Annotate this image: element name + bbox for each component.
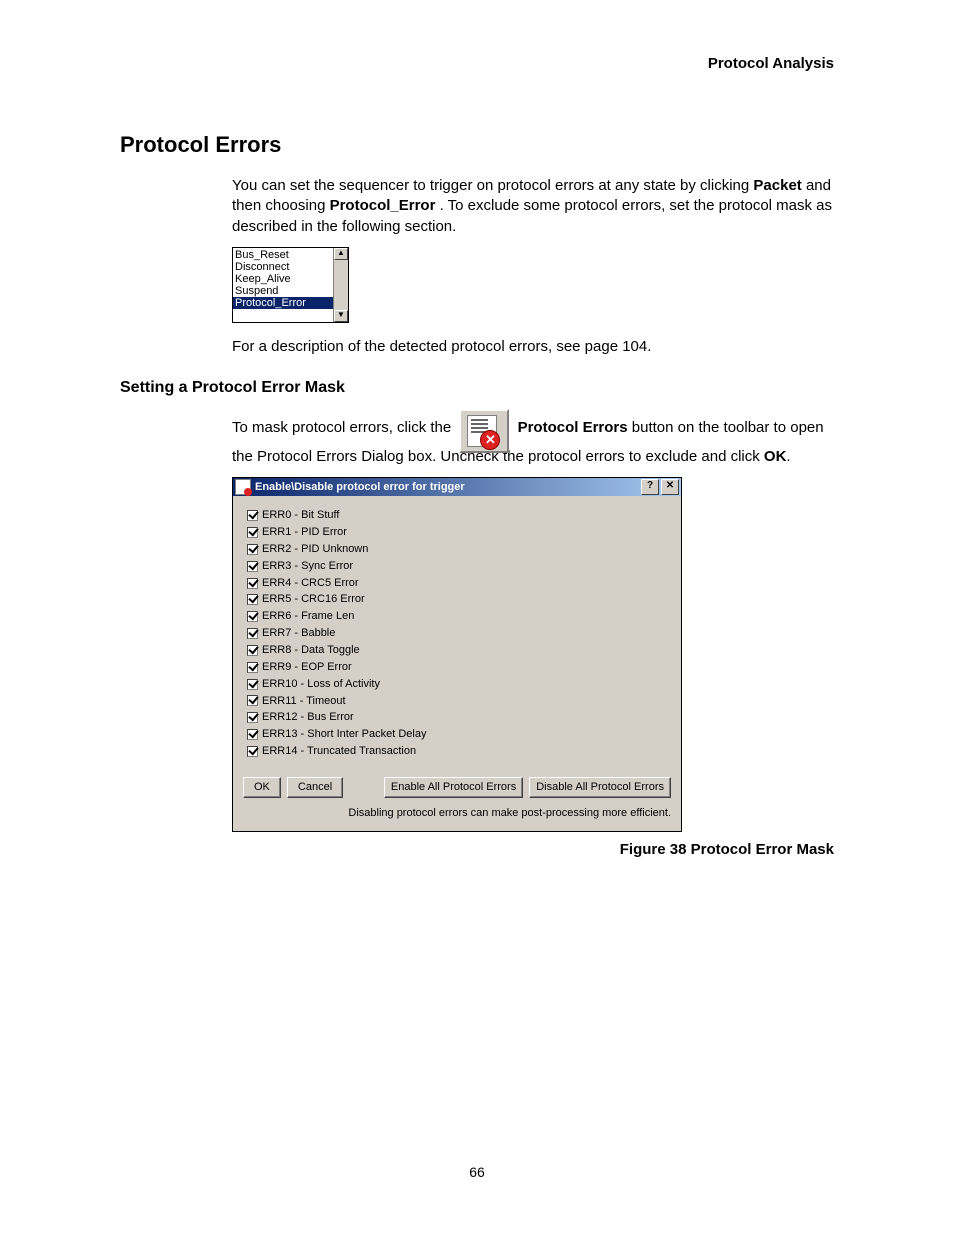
checkbox-label: ERR3 - Sync Error	[262, 559, 353, 574]
error-checkbox-row[interactable]: ERR14 - Truncated Transaction	[247, 744, 667, 759]
error-x-icon: ✕	[480, 430, 500, 450]
page: Protocol Analysis Protocol Errors You ca…	[0, 0, 954, 1235]
protocol-errors-toolbar-button[interactable]: ✕	[459, 409, 509, 453]
checkbox-icon[interactable]	[247, 695, 258, 706]
checkbox-icon[interactable]	[247, 746, 258, 757]
checkbox-label: ERR6 - Frame Len	[262, 609, 354, 624]
document-icon: ✕	[467, 415, 497, 447]
error-checkbox-row[interactable]: ERR3 - Sync Error	[247, 559, 667, 574]
disable-all-button[interactable]: Disable All Protocol Errors	[529, 777, 671, 798]
checkbox-icon[interactable]	[247, 510, 258, 521]
list-item[interactable]: Keep_Alive	[233, 273, 348, 285]
dialog-body: ERR0 - Bit Stuff ERR1 - PID Error ERR2 -…	[233, 496, 681, 767]
bold-protocol-errors: Protocol Errors	[518, 419, 628, 436]
cancel-button[interactable]: Cancel	[287, 777, 343, 798]
scrollbar[interactable]: ▲ ▼	[333, 248, 348, 322]
checkbox-label: ERR9 - EOP Error	[262, 660, 352, 675]
error-checkbox-row[interactable]: ERR6 - Frame Len	[247, 609, 667, 624]
error-checkbox-row[interactable]: ERR9 - EOP Error	[247, 660, 667, 675]
trigger-type-listbox[interactable]: Bus_Reset Disconnect Keep_Alive Suspend …	[232, 247, 349, 323]
checkbox-icon[interactable]	[247, 679, 258, 690]
checkbox-label: ERR5 - CRC16 Error	[262, 592, 365, 607]
subsection-body: To mask protocol errors, click the ✕ Pro…	[232, 409, 834, 860]
dialog-title-icon	[235, 479, 251, 495]
intro-paragraph: You can set the sequencer to trigger on …	[232, 176, 834, 237]
mask-instructions: To mask protocol errors, click the ✕ Pro…	[232, 409, 834, 467]
dialog-title: Enable\Disable protocol error for trigge…	[255, 480, 465, 495]
error-checkbox-row[interactable]: ERR11 - Timeout	[247, 694, 667, 709]
error-checkbox-row[interactable]: ERR4 - CRC5 Error	[247, 576, 667, 591]
checkbox-icon[interactable]	[247, 611, 258, 622]
checkbox-icon[interactable]	[247, 662, 258, 673]
close-button[interactable]: ✕	[661, 479, 679, 495]
list-item[interactable]: Suspend	[233, 285, 348, 297]
see-page-paragraph: For a description of the detected protoc…	[232, 337, 834, 357]
checkbox-icon[interactable]	[247, 527, 258, 538]
error-checkbox-row[interactable]: ERR13 - Short Inter Packet Delay	[247, 727, 667, 742]
error-checkbox-row[interactable]: ERR10 - Loss of Activity	[247, 677, 667, 692]
dialog-footer-text: Disabling protocol errors can make post-…	[233, 802, 681, 831]
page-header-right: Protocol Analysis	[120, 55, 834, 72]
checkbox-label: ERR11 - Timeout	[262, 694, 346, 709]
subsection-title: Setting a Protocol Error Mask	[120, 379, 834, 397]
list-item[interactable]: Disconnect	[233, 261, 348, 273]
checkbox-icon[interactable]	[247, 578, 258, 589]
bold-ok: OK	[764, 448, 787, 465]
enable-all-button[interactable]: Enable All Protocol Errors	[384, 777, 523, 798]
bold-packet: Packet	[753, 177, 801, 194]
error-checkbox-row[interactable]: ERR0 - Bit Stuff	[247, 508, 667, 523]
dialog-button-row: OK Cancel Enable All Protocol Errors Dis…	[233, 767, 681, 802]
section-title: Protocol Errors	[120, 132, 834, 158]
checkbox-icon[interactable]	[247, 544, 258, 555]
checkbox-label: ERR13 - Short Inter Packet Delay	[262, 727, 426, 742]
error-checkbox-row[interactable]: ERR12 - Bus Error	[247, 710, 667, 725]
checkbox-icon[interactable]	[247, 561, 258, 572]
text: .	[786, 448, 790, 465]
checkbox-icon[interactable]	[247, 628, 258, 639]
checkbox-label: ERR8 - Data Toggle	[262, 643, 360, 658]
error-checkbox-row[interactable]: ERR2 - PID Unknown	[247, 542, 667, 557]
scroll-down-icon[interactable]: ▼	[334, 310, 348, 322]
text: To mask protocol errors, click the	[232, 419, 455, 436]
dialog-titlebar[interactable]: Enable\Disable protocol error for trigge…	[233, 478, 681, 496]
checkbox-label: ERR10 - Loss of Activity	[262, 677, 380, 692]
listbox-items: Bus_Reset Disconnect Keep_Alive Suspend …	[233, 248, 348, 322]
error-checkbox-row[interactable]: ERR8 - Data Toggle	[247, 643, 667, 658]
error-checkbox-row[interactable]: ERR5 - CRC16 Error	[247, 592, 667, 607]
checkbox-label: ERR7 - Babble	[262, 626, 335, 641]
checkbox-label: ERR2 - PID Unknown	[262, 542, 368, 557]
section-body: You can set the sequencer to trigger on …	[232, 176, 834, 357]
list-item-selected[interactable]: Protocol_Error	[233, 297, 348, 309]
checkbox-label: ERR14 - Truncated Transaction	[262, 744, 416, 759]
checkbox-icon[interactable]	[247, 729, 258, 740]
page-number: 66	[0, 1164, 954, 1180]
checkbox-label: ERR0 - Bit Stuff	[262, 508, 339, 523]
scroll-up-icon[interactable]: ▲	[334, 248, 348, 260]
list-item[interactable]: Bus_Reset	[233, 249, 348, 261]
list-item-empty	[233, 309, 348, 321]
checkbox-label: ERR1 - PID Error	[262, 525, 347, 540]
checkbox-icon[interactable]	[247, 594, 258, 605]
checkbox-label: ERR4 - CRC5 Error	[262, 576, 359, 591]
checkbox-icon[interactable]	[247, 645, 258, 656]
error-checkbox-row[interactable]: ERR1 - PID Error	[247, 525, 667, 540]
checkbox-icon[interactable]	[247, 712, 258, 723]
ok-button[interactable]: OK	[243, 777, 281, 798]
checkbox-label: ERR12 - Bus Error	[262, 710, 354, 725]
error-checkbox-row[interactable]: ERR7 - Babble	[247, 626, 667, 641]
text: You can set the sequencer to trigger on …	[232, 177, 753, 194]
protocol-error-dialog: Enable\Disable protocol error for trigge…	[232, 477, 682, 831]
bold-protocol-error: Protocol_Error	[330, 197, 436, 214]
figure-caption: Figure 38 Protocol Error Mask	[232, 840, 834, 860]
help-button[interactable]: ?	[641, 479, 659, 495]
